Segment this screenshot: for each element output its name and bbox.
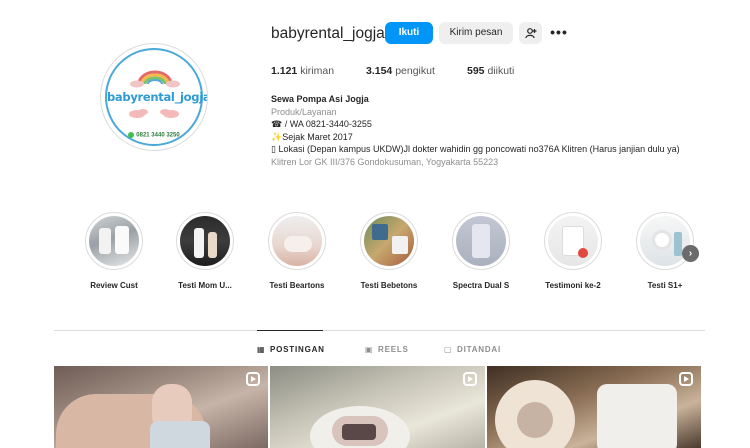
post-thumbnail[interactable] — [270, 366, 485, 448]
tab-tagged[interactable]: ▢ DITANDAI — [444, 345, 501, 354]
follow-button[interactable]: Ikuti — [385, 22, 433, 44]
highlight-label: Spectra Dual S — [452, 281, 510, 290]
following-label: diikuti — [487, 65, 515, 77]
profile-logo: babyrental_jogja 0821 3440 3250 — [105, 48, 208, 146]
highlight-thumbnail — [364, 216, 414, 266]
chevron-right-icon: › — [688, 248, 693, 259]
posts-label: kiriman — [300, 65, 335, 77]
tab-posts[interactable]: ▦ POSTINGAN — [257, 345, 325, 354]
bio-since: ✨Sejak Maret 2017 — [271, 131, 353, 142]
tabs-divider — [54, 330, 705, 331]
highlight-item[interactable]: Testi Mom U... — [170, 212, 240, 290]
following-stat[interactable]: 595 diikuti — [467, 65, 514, 77]
highlight-item[interactable]: Testi Bebetons — [354, 212, 424, 290]
highlight-label: Testi S1+ — [647, 281, 683, 290]
tab-reels[interactable]: ▣ REELS — [365, 345, 409, 354]
highlight-label: Testi Bebetons — [360, 281, 418, 290]
reel-icon — [679, 372, 693, 386]
profile-username: babyrental_jogja — [271, 25, 385, 42]
bio-address[interactable]: Klitren Lor GK III/376 Gondokusuman, Yog… — [271, 156, 711, 169]
highlight-item[interactable]: Testi Beartons — [262, 212, 332, 290]
posts-stat[interactable]: 1.121 kiriman — [271, 65, 334, 77]
highlight-thumbnail — [456, 216, 506, 266]
suggested-users-button[interactable] — [519, 22, 542, 44]
followers-label: pengikut — [395, 65, 435, 77]
whatsapp-icon — [128, 132, 135, 138]
bio-phone: ☎ / WA 0821-3440-3255 — [271, 119, 372, 129]
reel-icon — [463, 372, 477, 386]
send-message-button[interactable]: Kirim pesan — [439, 22, 513, 44]
highlight-ring — [85, 212, 143, 270]
more-options-button[interactable]: ••• — [548, 22, 570, 44]
highlight-ring — [176, 212, 234, 270]
profile-bio: Sewa Pompa Asi Jogja Produk/Layanan ☎ / … — [271, 93, 711, 168]
highlight-ring — [360, 212, 418, 270]
logo-phone: 0821 3440 3250 — [107, 132, 201, 139]
grid-icon: ▦ — [257, 345, 266, 354]
highlight-thumbnail — [180, 216, 230, 266]
highlight-thumbnail — [272, 216, 322, 266]
highlights-next-button[interactable]: › — [682, 245, 699, 262]
highlight-thumbnail — [640, 216, 690, 266]
bio-name: Sewa Pompa Asi Jogja — [271, 94, 369, 104]
post-thumbnail[interactable] — [487, 366, 701, 448]
highlight-label: Testi Beartons — [269, 281, 325, 290]
highlight-item[interactable]: Testimoni ke-2 — [538, 212, 608, 290]
active-tab-indicator — [257, 330, 323, 331]
highlight-thumbnail — [89, 216, 139, 266]
tab-reels-label: REELS — [378, 345, 409, 354]
bio-location: ▯ Lokasi (Depan kampus UKDW)Jl dokter wa… — [271, 144, 680, 154]
profile-avatar[interactable]: babyrental_jogja 0821 3440 3250 — [100, 43, 208, 151]
bio-category: Produk/Layanan — [271, 106, 337, 117]
highlight-thumbnail — [548, 216, 598, 266]
highlight-ring — [452, 212, 510, 270]
highlight-ring — [268, 212, 326, 270]
highlight-label: Review Cust — [90, 281, 138, 290]
highlight-ring — [636, 212, 694, 270]
highlight-item[interactable]: Review Cust — [79, 212, 149, 290]
followers-count: 3.154 — [366, 65, 393, 77]
highlight-ring — [544, 212, 602, 270]
post-thumbnail[interactable] — [54, 366, 268, 448]
logo-phone-number: 0821 3440 3250 — [136, 132, 180, 139]
reels-icon: ▣ — [365, 345, 374, 354]
logo-text: babyrental_jogja — [107, 90, 208, 104]
highlight-label: Testi Mom U... — [178, 281, 232, 290]
reel-icon — [246, 372, 260, 386]
tab-tagged-label: DITANDAI — [457, 345, 502, 354]
highlight-label: Testimoni ke-2 — [545, 281, 601, 290]
highlight-item[interactable]: Spectra Dual S — [446, 212, 516, 290]
add-user-icon — [524, 28, 536, 39]
following-count: 595 — [467, 65, 485, 77]
followers-stat[interactable]: 3.154 pengikut — [366, 65, 435, 77]
tag-icon: ▢ — [444, 345, 453, 354]
posts-count: 1.121 — [271, 65, 298, 77]
tab-posts-label: POSTINGAN — [270, 345, 325, 354]
